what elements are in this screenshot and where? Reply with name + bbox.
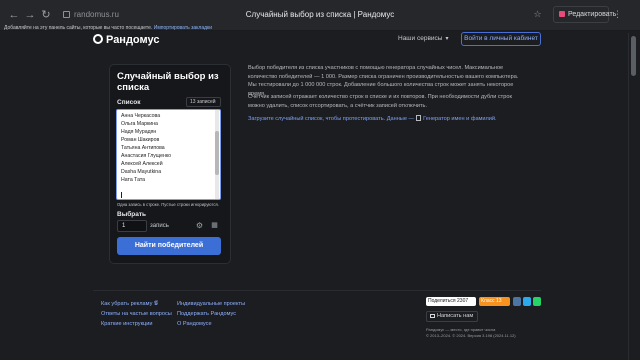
services-menu[interactable]: Наши сервисы ▾ (398, 34, 448, 44)
edit-button[interactable]: Редактировать (553, 6, 616, 23)
services-label: Наши сервисы (398, 35, 443, 42)
footer-link-projects[interactable]: Индивидуальные проекты (177, 300, 245, 308)
chevron-down-icon: ▾ (445, 36, 449, 42)
description-paragraph: Счётчик записей отражает количество стро… (248, 94, 512, 109)
textarea-helper: Одна запись в строке. Пустые строки игно… (117, 202, 219, 207)
address-bar[interactable]: randomus.ru (63, 8, 243, 22)
page-scrollbar[interactable] (628, 33, 640, 360)
gear-icon[interactable]: ⚙ (195, 221, 204, 230)
footer-divider (93, 290, 541, 291)
ads-icon: 𝓖 (153, 301, 158, 307)
footer-link-instructions[interactable]: Краткие инструкции (101, 320, 152, 328)
text-caret (121, 192, 122, 198)
mail-icon (430, 314, 435, 318)
list-item: Надя Мурадян (121, 129, 157, 135)
load-sample-link-row: Загрузите случайный список, чтобы протес… (248, 115, 528, 124)
login-button[interactable]: Войти в личный кабинет (461, 32, 541, 46)
klass-count: 13 (496, 298, 502, 304)
bookmarks-bar: Добавляйте на эту панель сайты, которые … (0, 24, 640, 33)
list-item: Анастасия Глущенко (121, 153, 172, 159)
logo-icon (93, 34, 103, 44)
bookmark-icon[interactable]: ☆ (532, 9, 543, 20)
site-logo[interactable]: Рандомус (93, 33, 159, 47)
import-bookmarks-link[interactable]: Импортировать закладки (154, 25, 212, 31)
telegram-icon[interactable] (523, 297, 531, 306)
list-item: Роман Шакиров (121, 137, 160, 143)
page-title: Случайный выбор из списка (117, 71, 219, 93)
share-count: 2307 (457, 298, 469, 304)
footer-link-label: Как убрать рекламу (101, 301, 153, 307)
page-scroll-thumb[interactable] (631, 36, 636, 76)
logo-text: Рандомус (106, 34, 160, 46)
url-text: randomus.ru (74, 10, 119, 19)
footer-link-faq[interactable]: Ответы на частые вопросы (101, 310, 172, 318)
entries-textarea[interactable]: Анна Черкасова Ольга Маркина Надя Мурадя… (116, 109, 221, 200)
name-generator-link[interactable]: Генератор имен и фамилий. (423, 116, 497, 122)
bookmarks-hint: Добавляйте на эту панель сайты, которые … (4, 25, 153, 31)
list-item: Dasha Mayutkina (121, 169, 162, 175)
edit-icon (559, 11, 565, 17)
klass-label: Класс (481, 298, 495, 304)
write-us-button[interactable]: Написать нам (426, 311, 478, 322)
find-winners-button[interactable]: Найти победителей (117, 237, 221, 255)
history-icon[interactable]: ▦ (210, 221, 219, 230)
write-us-label: Написать нам (437, 313, 474, 319)
footer-copyright: © 2013–2024. © 2024. Версия 3.198 (2024.… (426, 333, 516, 338)
pick-unit: запись (150, 223, 169, 229)
footer-link-support[interactable]: Поддержать Рандомус (177, 310, 236, 318)
list-item: Ольга Маркина (121, 121, 158, 127)
vk-icon[interactable] (513, 297, 521, 306)
forward-icon[interactable]: → (22, 7, 38, 23)
page-tab-title: Случайный выбор из списка | Рандомус (245, 10, 395, 19)
share-label: Поделиться (428, 298, 456, 304)
share-button[interactable]: Поделиться 2307 (426, 297, 476, 306)
list-item: Анна Черкасова (121, 113, 161, 119)
footer-link-remove-ads[interactable]: Как убрать рекламу 𝓖 (101, 300, 158, 308)
lock-icon (63, 11, 70, 18)
list-item: Алексей Алексей (121, 161, 163, 167)
whatsapp-icon[interactable] (533, 297, 541, 306)
list-item: Татьяна Антипова (121, 145, 165, 151)
footer-link-about[interactable]: О Рандомусе (177, 320, 212, 328)
load-sample-link[interactable]: Загрузите случайный список, чтобы протес… (248, 116, 414, 122)
list-label: Список (117, 99, 141, 106)
edit-label: Редактировать (568, 11, 617, 18)
pick-label: Выбрать (117, 211, 147, 218)
document-icon (416, 115, 422, 121)
record-count-select[interactable]: 13 записей (186, 97, 221, 107)
textarea-scroll-thumb[interactable] (215, 131, 219, 175)
reload-icon[interactable]: ↻ (38, 7, 54, 23)
menu-icon[interactable]: ⋮ (612, 9, 623, 20)
back-icon[interactable]: ← (6, 7, 22, 23)
klass-button[interactable]: Класс 13 (479, 297, 510, 306)
list-item: Ната Тата (121, 177, 146, 183)
winners-count-input[interactable]: 1 (117, 220, 147, 232)
